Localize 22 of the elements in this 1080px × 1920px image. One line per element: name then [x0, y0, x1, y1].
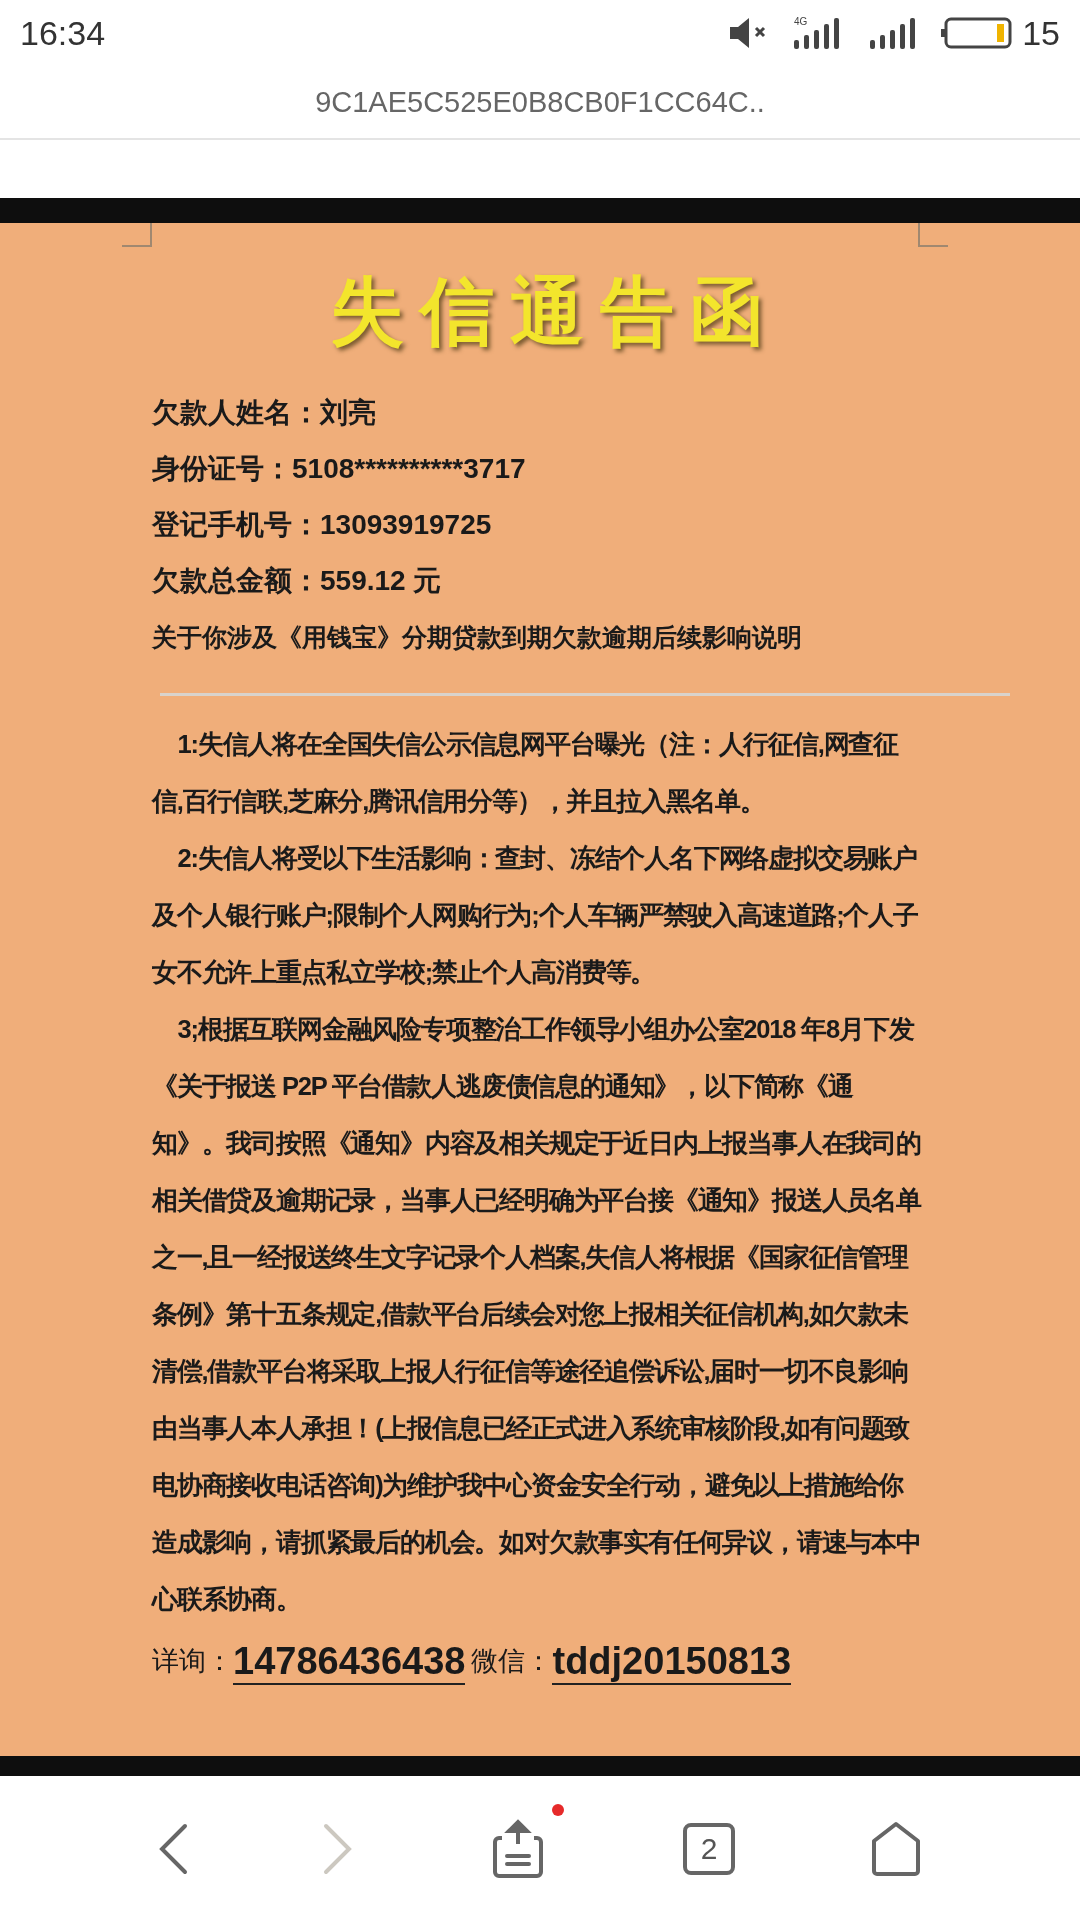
home-button[interactable]: [870, 1820, 923, 1877]
contact-label: 详询：: [152, 1645, 233, 1678]
battery-icon: [940, 16, 1013, 50]
debtor-info: 欠款人姓名：刘亮: [152, 396, 376, 430]
status-time: 16:34: [20, 13, 107, 53]
notice-subject: 关于你涉及《用钱宝》分期贷款到期欠款逾期后续影响说明: [152, 622, 802, 653]
debtor-info: 欠款总金额：559.12 元: [152, 564, 442, 598]
debtor-info: 身份证号：5108**********3717: [152, 452, 526, 486]
back-button[interactable]: [157, 1822, 188, 1875]
debtor-info: 登记手机号：13093919725: [152, 508, 492, 542]
crop-mark-icon: [918, 223, 948, 247]
contact-label: 微信：: [471, 1645, 553, 1678]
notice-paragraph: 3;根据互联网金融风险专项整治工作领导小组办公室2018 年8月下发《关于报送 P2P 平台借款人逃废债信息的通知》，以下简称《通知》。我司按照《通知》内容及相关规定于近日内上报当事人在我司的相关借贷及逾期记录，当事人已经明确为平台接《通知》报送人员名单之一,且一经报送终生文字记录个人档案,失信人将根据《国家征信管理条例》第十五条规定,借款平台后续会对您上报相关征信机构,如欠款未清偿,借款平台将采取上报人行征信等途径追偿诉讼,届时一切不良影响由当事人本人承担！(上报信息已经正式进入系统审核阶段,如有问题致电协商接收电话咨询)为维护我中心资金安全行动，避免以上措施给你造成影响，请抓紧最后的机会。如对欠款事实有任何异议，请速与本中心联系协商。: [152, 1014, 923, 1615]
page-title: 9C1AE5C525E0B8CB0F1CC64C..: [315, 85, 765, 119]
battery-percent: 15: [1022, 13, 1060, 53]
tabs-button[interactable]: 2: [683, 1822, 736, 1875]
notice-paragraph: 1:失信人将在全国失信公示信息网平台曝光（注：人行征信,网查征信,百行信联,芝麻分,腾讯信用分等），并且拉入黑名单。: [152, 729, 900, 817]
wechat-id: tddj20150813: [552, 1640, 792, 1685]
notice-title: 失信通告函: [330, 267, 780, 356]
notice-paragraph: 2:失信人将受以下生活影响：查封、冻结个人名下网络虚拟交易账户及个人银行账户;限制个人网购行为;个人车辆严禁驶入高速道路;个人子女不允许上重点私立学校;禁止个人高消费等。: [152, 843, 919, 988]
crop-mark-icon: [122, 223, 152, 247]
phone-number: 14786436438: [233, 1640, 466, 1685]
